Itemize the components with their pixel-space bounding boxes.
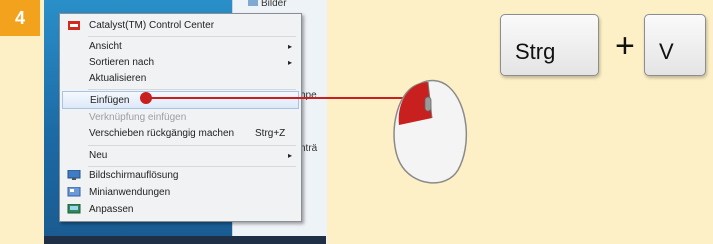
catalyst-icon [67,20,81,31]
gadgets-icon [67,186,81,198]
explorer-item-partial: ppe [300,90,317,101]
explorer-item-bilder[interactable]: Bilder [248,0,287,9]
menu-item-label: Sortieren nach [89,57,155,68]
submenu-arrow-icon: ▸ [288,42,293,51]
submenu-arrow-icon: ▸ [288,151,293,160]
explorer-item-partial-2: nträ [300,143,318,154]
key-v: V [644,14,706,76]
menu-item-label: Einfügen [90,95,130,106]
plus-sign: + [615,27,635,65]
menu-item-aktualisieren[interactable]: Aktualisieren [60,70,301,87]
menu-item-sortieren-nach[interactable]: Sortieren nach ▸ [60,54,301,71]
mouse-icon [393,79,468,184]
key-label: Strg [515,39,556,64]
menu-item-label: Catalyst(TM) Control Center [89,20,215,31]
desktop-context-menu: Catalyst(TM) Control Center Ansicht ▸ So… [59,13,302,222]
submenu-arrow-icon: ▸ [288,58,293,67]
key-strg: Strg [500,14,599,76]
menu-item-einfuegen[interactable]: Einfügen [62,91,299,109]
step-number-badge: 4 [0,0,40,36]
menu-item-label: Bildschirmauflösung [89,170,179,181]
menu-item-minianwendungen[interactable]: Minianwendungen [60,184,301,201]
menu-item-anpassen[interactable]: Anpassen [60,201,301,218]
menu-item-shortcut: Strg+Z [255,128,286,139]
menu-item-ansicht[interactable]: Ansicht ▸ [60,38,301,55]
menu-item-neu[interactable]: Neu ▸ [60,147,301,164]
menu-separator [88,36,296,37]
monitor-icon [67,169,81,181]
key-label: V [659,39,674,64]
menu-item-label: Anpassen [89,204,134,215]
menu-item-label: Verschieben rückgängig machen [89,128,235,139]
personalize-icon [67,203,81,215]
menu-item-verschieben-rueckgaengig[interactable]: Verschieben rückgängig machen Strg+Z [60,125,301,142]
menu-item-label: Aktualisieren [89,73,147,84]
menu-separator [88,89,296,90]
menu-separator [88,145,296,146]
menu-item-catalyst[interactable]: Catalyst(TM) Control Center [60,17,301,34]
taskbar [44,236,326,244]
menu-item-label: Verknüpfung einfügen [89,112,187,123]
menu-item-label: Minianwendungen [89,187,171,198]
menu-item-label: Neu [89,150,108,161]
menu-item-label: Ansicht [89,41,122,52]
menu-item-bildschirmaufloesung[interactable]: Bildschirmauflösung [60,167,301,184]
menu-item-verknuepfung-einfuegen: Verknüpfung einfügen [60,109,301,126]
